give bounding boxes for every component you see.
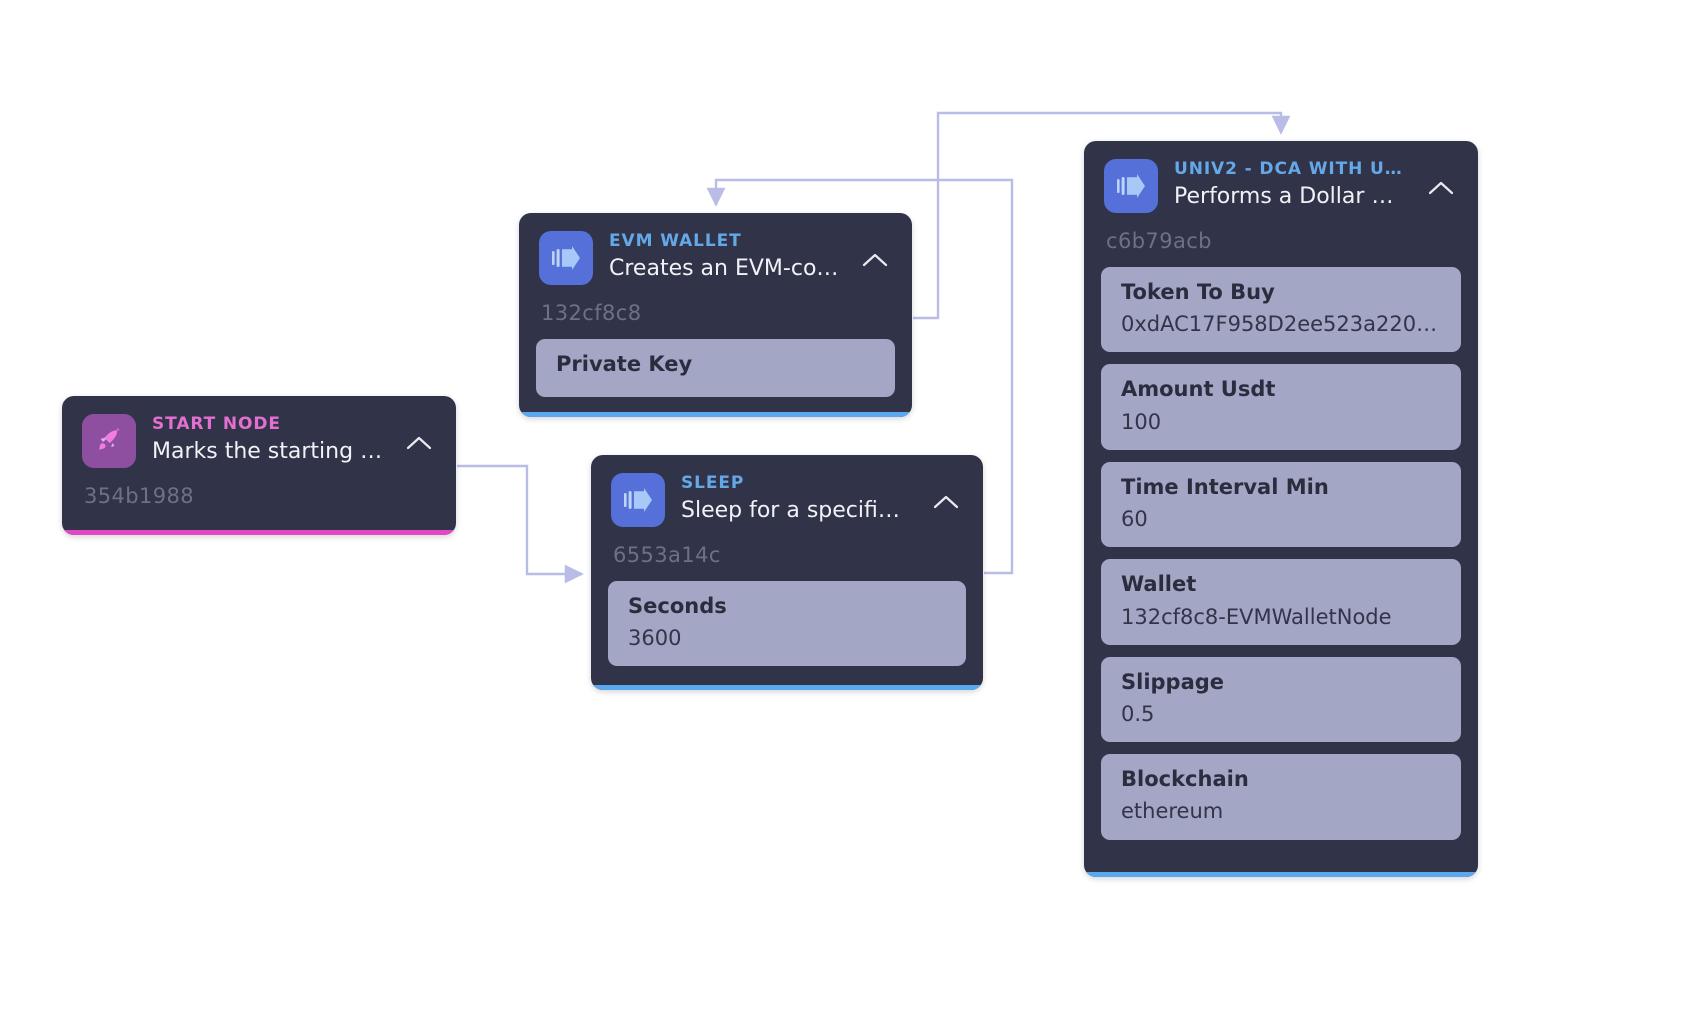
field-seconds[interactable]: Seconds 3600 [608, 581, 966, 667]
field-label: Seconds [628, 594, 727, 618]
node-header-area: SLEEP Sleep for a specified n... 6553a14… [591, 455, 983, 567]
node-header: SLEEP Sleep for a specified n... [611, 473, 963, 527]
node-header-area: START NODE Marks the starting poin... 35… [62, 396, 456, 508]
node-fields: Token To Buy 0xdAC17F958D2ee523a2206... … [1084, 253, 1478, 857]
field-amount-usdt[interactable]: Amount Usdt 100 [1101, 364, 1461, 450]
node-description: Marks the starting poin... [152, 438, 386, 464]
field-slippage[interactable]: Slippage 0.5 [1101, 656, 1461, 743]
node-accent-bar [1084, 872, 1478, 877]
field-label: Private Key [556, 352, 693, 376]
node-id: 354b1988 [84, 484, 195, 508]
node-id: 132cf8c8 [541, 301, 642, 325]
node-evm-wallet[interactable]: EVM WALLET Creates an EVM-comp... 132cf8… [519, 213, 912, 417]
field-value: 0.5 [1121, 701, 1155, 726]
node-header: START NODE Marks the starting poin... [82, 414, 436, 468]
field-value: 132cf8c8-EVMWalletNode [1121, 604, 1392, 629]
node-title-group: SLEEP Sleep for a specified n... [681, 473, 913, 524]
chevron-up-icon[interactable] [402, 426, 436, 460]
field-label: Blockchain [1121, 767, 1249, 792]
field-time-interval-min[interactable]: Time Interval Min 60 [1101, 461, 1461, 548]
play-forward-icon [611, 473, 665, 527]
field-label: Token To Buy [1121, 280, 1275, 304]
play-forward-icon [1104, 159, 1158, 213]
field-wallet[interactable]: Wallet 132cf8c8-EVMWalletNode [1101, 559, 1461, 645]
node-description: Sleep for a specified n... [681, 497, 913, 523]
node-accent-bar [62, 530, 456, 535]
node-sleep[interactable]: SLEEP Sleep for a specified n... 6553a14… [591, 455, 983, 690]
field-label: Time Interval Min [1121, 474, 1329, 499]
node-kind-label: START NODE [152, 415, 281, 434]
node-accent-bar [591, 685, 983, 690]
node-description: Creates an EVM-comp... [609, 255, 842, 281]
edge-start-to-sleep [457, 464, 584, 584]
node-kind-label: EVM WALLET [609, 232, 742, 251]
field-label: Wallet [1121, 572, 1197, 597]
node-id: 6553a14c [613, 543, 721, 567]
chevron-up-icon[interactable] [858, 243, 892, 277]
field-value: ethereum [1121, 799, 1224, 824]
field-value: 0xdAC17F958D2ee523a2206... [1121, 312, 1441, 337]
field-private-key[interactable]: Private Key [536, 339, 895, 398]
workflow-canvas[interactable]: START NODE Marks the starting poin... 35… [0, 0, 1696, 1026]
node-header-area: UNIV2 - DCA WITH USDT Performs a Dollar … [1084, 141, 1478, 253]
node-fields: Seconds 3600 [591, 567, 983, 683]
field-value: 3600 [628, 626, 682, 651]
node-accent-bar [519, 412, 912, 417]
node-title-group: UNIV2 - DCA WITH USDT Performs a Dollar … [1174, 159, 1408, 210]
node-start-node[interactable]: START NODE Marks the starting poin... 35… [62, 396, 456, 535]
node-fields: Private Key [519, 325, 912, 414]
node-header-area: EVM WALLET Creates an EVM-comp... 132cf8… [519, 213, 912, 325]
node-header: UNIV2 - DCA WITH USDT Performs a Dollar … [1104, 159, 1458, 213]
node-description: Performs a Dollar Cost ... [1174, 183, 1408, 209]
node-id: c6b79acb [1106, 229, 1212, 253]
field-token-to-buy[interactable]: Token To Buy 0xdAC17F958D2ee523a2206... [1101, 267, 1461, 353]
node-title-group: EVM WALLET Creates an EVM-comp... [609, 231, 842, 282]
node-header: EVM WALLET Creates an EVM-comp... [539, 231, 892, 285]
node-kind-label: SLEEP [681, 474, 745, 493]
chevron-up-icon[interactable] [929, 485, 963, 519]
field-label: Slippage [1121, 669, 1225, 694]
play-forward-icon [539, 231, 593, 285]
field-blockchain[interactable]: Blockchain ethereum [1101, 754, 1461, 840]
node-univ2-dca-with-usdt[interactable]: UNIV2 - DCA WITH USDT Performs a Dollar … [1084, 141, 1478, 877]
field-value: 60 [1121, 507, 1148, 532]
node-kind-label: UNIV2 - DCA WITH USDT [1174, 160, 1408, 179]
field-label: Amount Usdt [1121, 377, 1276, 402]
field-value: 100 [1121, 409, 1162, 434]
node-title-group: START NODE Marks the starting poin... [152, 414, 386, 465]
chevron-up-icon[interactable] [1424, 171, 1458, 205]
rocket-icon [82, 414, 136, 468]
